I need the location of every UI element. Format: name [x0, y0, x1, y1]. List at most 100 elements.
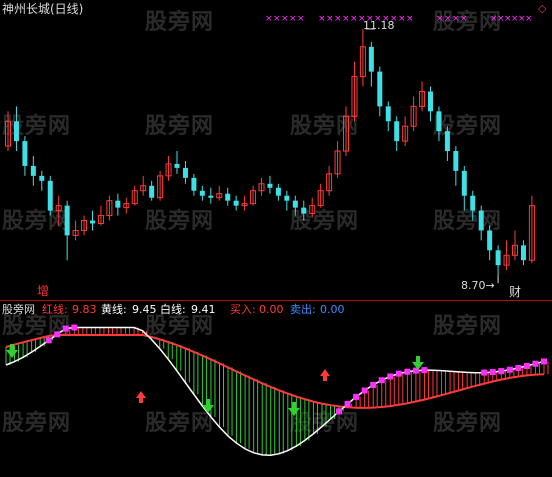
- red-line-value: 9.83: [72, 303, 97, 316]
- arrow-right-icon: →: [485, 279, 495, 292]
- indicator-name: 股旁网: [2, 303, 35, 316]
- candle-body: [368, 46, 374, 72]
- signal-cross: ×: [436, 14, 444, 24]
- candle-body: [233, 200, 239, 206]
- signal-cross: ×: [289, 14, 297, 24]
- candle-body: [436, 111, 442, 132]
- signal-zeng: 增: [37, 284, 50, 298]
- sell-arrow-icon: [288, 402, 300, 416]
- low-price-value: 8.70: [461, 279, 486, 292]
- candle-body: [394, 121, 400, 142]
- magenta-marker: [532, 360, 539, 367]
- signal-cross: ×: [525, 14, 533, 24]
- signal-cross: ×: [318, 14, 326, 24]
- signal-cross: ×: [273, 14, 281, 24]
- low-price-label: 8.70→: [461, 279, 495, 292]
- candle-body: [39, 175, 45, 181]
- candle-body: [47, 180, 53, 211]
- candle-body: [301, 207, 307, 214]
- magenta-marker: [370, 381, 377, 388]
- chart-canvas: × × × × × × × × × × × × × × × × × × × × × × × × × × ×: [5, 14, 549, 456]
- signal-cai: 财: [509, 285, 522, 299]
- signal-cross: ×: [452, 14, 460, 24]
- chart-root: 股旁网 股旁网 股旁网 股旁网 股旁网 股旁网 股旁网 股旁网 股旁网 股旁网 …: [0, 0, 552, 477]
- magenta-marker: [404, 368, 411, 375]
- signal-cross: ×: [460, 14, 468, 24]
- candle-body: [284, 195, 290, 201]
- magenta-marker: [523, 362, 530, 369]
- yellow-line-value: 9.45: [132, 303, 157, 316]
- candle-body: [225, 193, 231, 201]
- candle-body: [13, 121, 19, 142]
- candle-body: [461, 170, 467, 196]
- magenta-marker: [506, 366, 513, 373]
- candle-body: [487, 230, 493, 251]
- white-line-label: 白线:: [160, 303, 186, 316]
- signal-cross: ×: [398, 14, 406, 24]
- candle-body: [267, 183, 273, 188]
- buy-value: 0.00: [259, 303, 284, 316]
- magenta-marker: [378, 377, 385, 384]
- signal-cross: ×: [281, 14, 289, 24]
- sell-label: 卖出:: [290, 303, 316, 316]
- candle-body: [149, 185, 155, 198]
- magenta-marker: [387, 373, 394, 380]
- red-line-label: 红线:: [42, 303, 68, 316]
- magenta-marker: [489, 369, 496, 376]
- candle-body: [377, 71, 383, 107]
- candle-body: [385, 106, 391, 122]
- buy-arrow-icon: [320, 369, 330, 381]
- chart-title: 神州长城(日线): [2, 2, 84, 16]
- candle-body: [208, 195, 214, 198]
- candle-body: [22, 141, 28, 166]
- magenta-marker: [481, 369, 488, 376]
- magenta-marker: [395, 370, 402, 377]
- candle-body: [174, 163, 180, 168]
- candle-body: [453, 151, 459, 171]
- magenta-marker: [62, 325, 69, 332]
- candle-body: [64, 205, 70, 236]
- magenta-marker: [45, 337, 52, 344]
- candle-body: [495, 250, 501, 266]
- candle-body: [470, 195, 476, 211]
- candle-body: [428, 91, 433, 112]
- high-price-label: 11.18: [363, 19, 395, 32]
- signal-cross: ×: [444, 14, 452, 24]
- white-line-value: 9.41: [191, 303, 216, 316]
- signal-cross: ×: [406, 14, 414, 24]
- candle-body: [199, 190, 205, 196]
- signal-cross: ×: [334, 14, 342, 24]
- candle-body: [191, 177, 197, 191]
- candle-body: [275, 187, 281, 196]
- candle-body: [182, 167, 188, 178]
- signal-cross: ×: [297, 14, 305, 24]
- magenta-marker: [421, 367, 428, 374]
- signal-cross: ×: [265, 14, 273, 24]
- magenta-marker: [54, 331, 61, 338]
- candle-body: [90, 220, 95, 224]
- candle-body: [444, 131, 450, 152]
- signal-cross: ×: [342, 14, 350, 24]
- candle-body: [520, 245, 526, 261]
- magenta-marker: [361, 387, 368, 394]
- candle-body: [478, 210, 484, 231]
- buy-arrow-icon: [136, 391, 146, 403]
- candle-body: [30, 165, 36, 176]
- signal-cross: ×: [326, 14, 334, 24]
- sell-value: 0.00: [320, 303, 345, 316]
- signal-cross: ×: [350, 14, 358, 24]
- magenta-marker: [344, 400, 351, 407]
- yellow-line-label: 黄线:: [101, 303, 127, 316]
- magenta-marker: [71, 324, 78, 331]
- magenta-marker: [498, 368, 505, 375]
- magenta-marker: [353, 393, 360, 400]
- magenta-marker: [515, 364, 522, 371]
- candle-body: [292, 200, 298, 208]
- panel-separator: [0, 300, 552, 301]
- candle-body: [115, 200, 121, 208]
- diamond-icon: ◇: [538, 2, 547, 15]
- magenta-marker: [336, 408, 343, 415]
- buy-label: 买入:: [230, 303, 256, 316]
- magenta-marker: [541, 358, 547, 365]
- sell-arrow-icon: [202, 399, 214, 413]
